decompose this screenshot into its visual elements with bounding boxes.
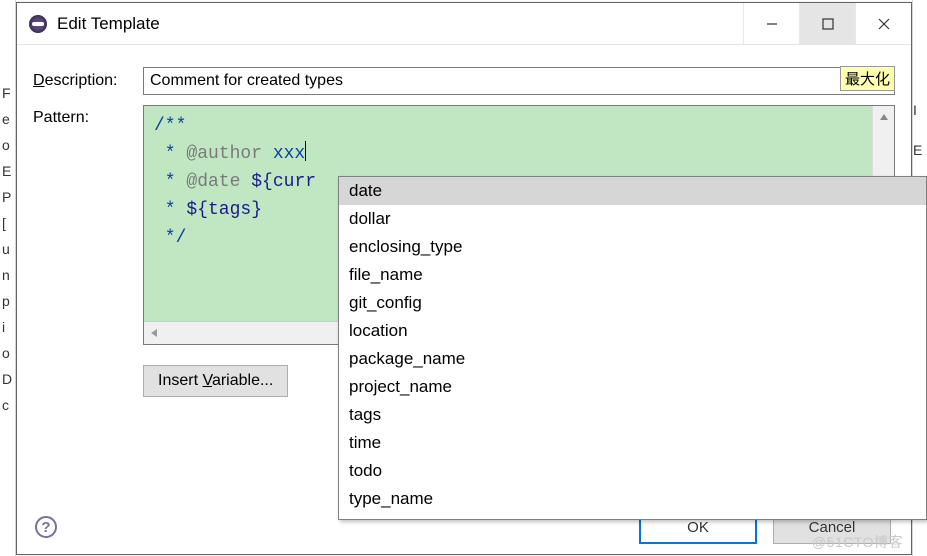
maximize-badge: 最大化 xyxy=(840,66,895,91)
left-partial-window: FeoEP[ unpioDc xyxy=(0,0,16,556)
eclipse-icon xyxy=(29,15,47,33)
titlebar: Edit Template xyxy=(17,3,911,45)
maximize-button[interactable] xyxy=(799,3,855,44)
variable-autocomplete-popup: date dollar enclosing_type file_name git… xyxy=(338,176,927,520)
minimize-button[interactable] xyxy=(743,3,799,44)
description-label: Description: xyxy=(33,72,143,90)
watermark: @51CTO博客 xyxy=(812,532,903,552)
window-controls xyxy=(743,3,911,44)
insert-variable-button[interactable]: Insert Variable... xyxy=(143,365,288,397)
popup-item-date[interactable]: date xyxy=(339,177,926,205)
popup-item-time[interactable]: time xyxy=(339,429,926,457)
scroll-left-icon[interactable] xyxy=(144,322,166,344)
popup-item-location[interactable]: location xyxy=(339,317,926,345)
popup-item-git-config[interactable]: git_config xyxy=(339,289,926,317)
window-title: Edit Template xyxy=(57,14,160,34)
close-button[interactable] xyxy=(855,3,911,44)
popup-item-file-name[interactable]: file_name xyxy=(339,261,926,289)
description-input[interactable] xyxy=(143,67,895,95)
scroll-up-icon[interactable] xyxy=(873,106,895,128)
text-cursor xyxy=(305,141,306,161)
pattern-label: Pattern: xyxy=(33,105,143,345)
popup-item-tags[interactable]: tags xyxy=(339,401,926,429)
popup-item-type-name[interactable]: type_name xyxy=(339,485,926,513)
popup-item-todo[interactable]: todo xyxy=(339,457,926,485)
popup-item-project-name[interactable]: project_name xyxy=(339,373,926,401)
popup-item-enclosing-type[interactable]: enclosing_type xyxy=(339,233,926,261)
popup-item-package-name[interactable]: package_name xyxy=(339,345,926,373)
description-row: Description: 最大化 xyxy=(33,67,895,95)
help-icon[interactable]: ? xyxy=(35,516,57,538)
popup-item-dollar[interactable]: dollar xyxy=(339,205,926,233)
